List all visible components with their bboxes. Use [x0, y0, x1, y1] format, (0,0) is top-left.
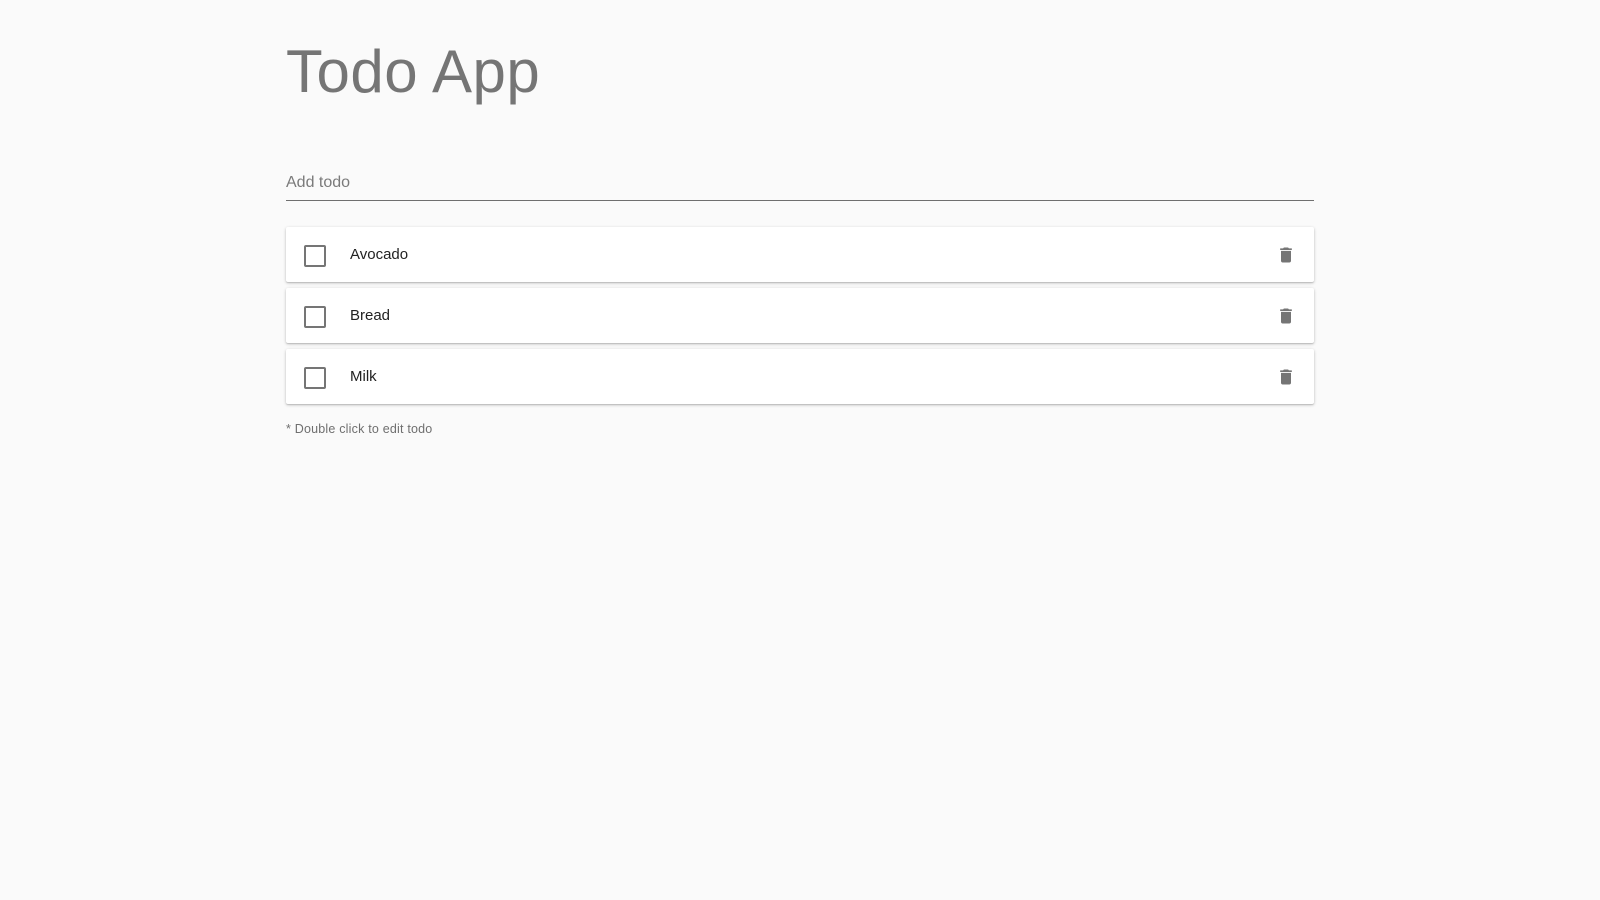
- trash-icon[interactable]: [1276, 366, 1296, 388]
- todo-list: Avocado Bread Milk: [286, 227, 1314, 404]
- add-todo-field[interactable]: [286, 160, 1314, 201]
- todo-label: Milk: [350, 368, 377, 385]
- todo-item[interactable]: Milk: [286, 349, 1314, 404]
- trash-icon[interactable]: [1276, 244, 1296, 266]
- checkbox-unchecked-icon[interactable]: [304, 245, 326, 267]
- trash-icon[interactable]: [1276, 305, 1296, 327]
- edit-hint: * Double click to edit todo: [286, 422, 433, 436]
- todo-label: Avocado: [350, 246, 409, 263]
- todo-label: Bread: [350, 307, 391, 324]
- add-todo-input[interactable]: [286, 160, 1314, 198]
- page-title: Todo App: [286, 38, 541, 105]
- todo-item[interactable]: Avocado: [286, 227, 1314, 282]
- todo-app: Todo App Avocado Bread Milk * Double cli: [286, 0, 1314, 436]
- checkbox-unchecked-icon[interactable]: [304, 306, 326, 328]
- todo-item[interactable]: Bread: [286, 288, 1314, 343]
- checkbox-unchecked-icon[interactable]: [304, 367, 326, 389]
